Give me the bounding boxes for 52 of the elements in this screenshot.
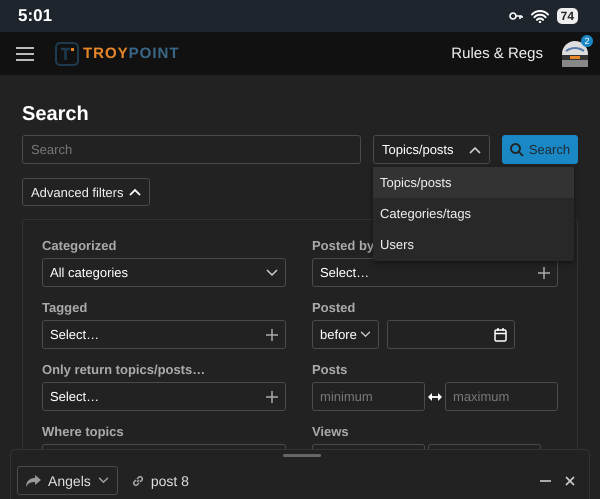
search-icon — [510, 142, 524, 156]
filter-label: Where topics — [42, 424, 124, 439]
status-time: 5:01 — [18, 6, 52, 26]
menu-icon[interactable] — [16, 46, 34, 60]
logo-text: POINT — [128, 45, 180, 62]
filter-label: Categorized — [42, 238, 116, 253]
menu-item[interactable]: Users — [373, 229, 574, 260]
filter-label: Tagged — [42, 300, 88, 315]
category-dropdown[interactable]: All categories — [42, 258, 286, 287]
chevron-icon — [469, 146, 481, 154]
chevron-icon — [128, 188, 140, 196]
chevron-icon — [266, 268, 278, 276]
page-title: Search — [22, 102, 90, 126]
minimize-icon[interactable] — [540, 480, 551, 482]
share-arrow-icon — [26, 474, 41, 486]
chevron-icon — [360, 331, 371, 338]
logo-icon — [55, 42, 79, 66]
chevron-icon — [98, 477, 109, 484]
multiselect-field[interactable]: Select… — [42, 320, 286, 349]
wifi-icon — [530, 10, 549, 22]
search-button[interactable]: Search — [502, 135, 578, 164]
battery-level: 74 — [556, 8, 578, 24]
date-qualifier-dropdown[interactable]: before — [312, 320, 379, 349]
menu-item[interactable]: Topics/posts — [373, 167, 574, 198]
filter-label: Posted — [312, 300, 356, 315]
plus-icon — [266, 390, 278, 402]
filter-label: Views — [312, 424, 349, 439]
type-dropdown[interactable]: Topics/posts — [373, 135, 490, 164]
filter-label: Only return topics/posts… — [42, 362, 206, 377]
plus-icon — [266, 328, 278, 340]
multiselect-field[interactable]: Select… — [42, 382, 286, 411]
calendar-icon — [494, 328, 507, 342]
maximum-field[interactable]: maximum — [445, 382, 558, 411]
advanced-filters-toggle[interactable]: Advanced filters — [22, 178, 150, 206]
search-field[interactable]: Search — [22, 135, 361, 164]
filter-label: Posts — [312, 362, 348, 377]
link-icon — [130, 474, 145, 488]
drag-handle[interactable] — [283, 454, 321, 457]
notification-badge: 2 — [581, 34, 593, 46]
post-link[interactable]: post 8 — [130, 472, 189, 488]
double-arrow-icon — [428, 392, 442, 400]
date-field[interactable] — [387, 320, 515, 349]
menu-item[interactable]: Categories/tags — [373, 198, 574, 229]
filter-label: Posted by — [312, 238, 374, 253]
nav-link[interactable]: Rules & Regs — [451, 45, 543, 62]
key-icon — [508, 12, 523, 20]
logo-text: TROY — [83, 45, 129, 62]
multiselect-field[interactable]: Select… — [312, 258, 558, 287]
reply-target-dropdown[interactable]: Angels — [17, 466, 118, 495]
minimum-field[interactable]: minimum — [312, 382, 425, 411]
close-icon[interactable] — [565, 476, 575, 486]
plus-icon — [538, 266, 550, 278]
